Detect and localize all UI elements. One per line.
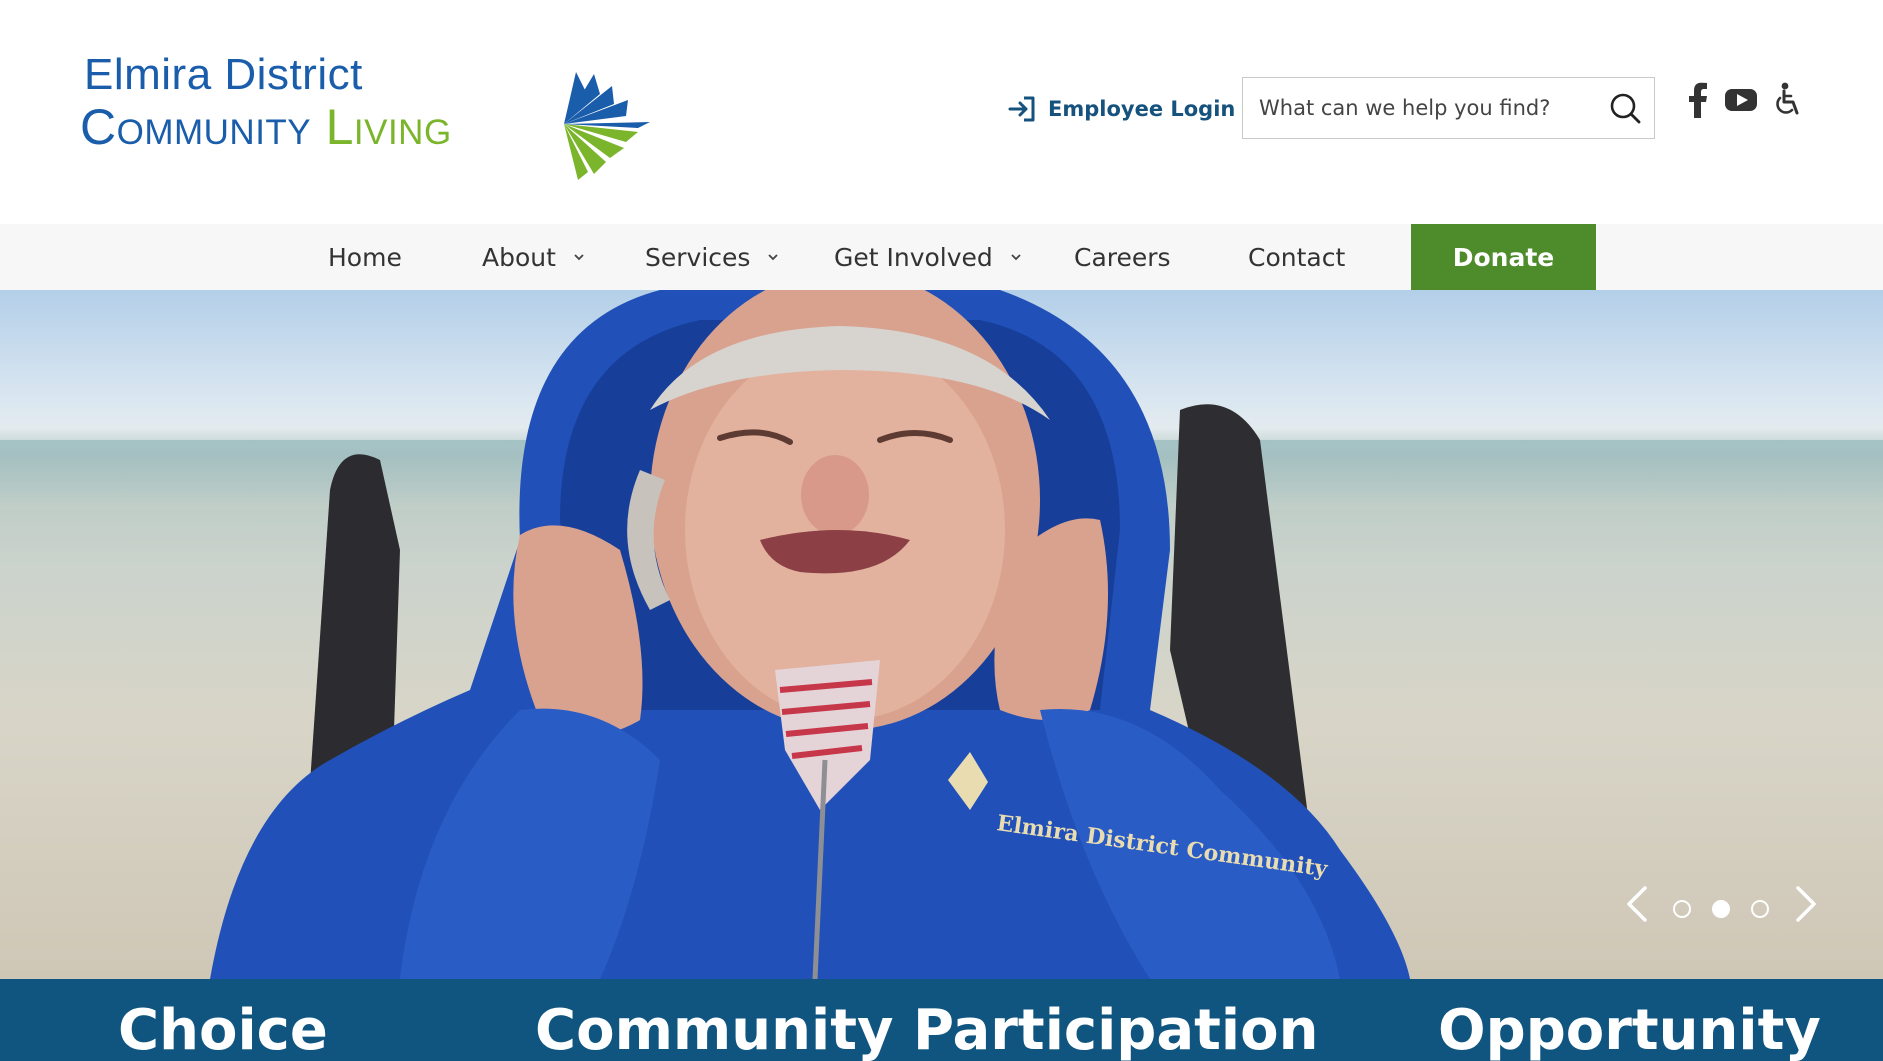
chevron-down-icon: [574, 254, 584, 261]
nav-item-label: Home: [328, 242, 402, 272]
employee-login-label: Employee Login: [1048, 97, 1236, 121]
nav-item-home[interactable]: Home: [328, 224, 402, 290]
site-logo[interactable]: Elmira District Community Living: [80, 48, 652, 188]
value-heading-choice: Choice: [118, 998, 328, 1061]
employee-login-link[interactable]: Employee Login: [1006, 92, 1235, 126]
logo-word-living: Living: [325, 99, 452, 155]
search-input[interactable]: [1243, 78, 1593, 138]
search-box: [1242, 77, 1655, 139]
facebook-icon[interactable]: [1686, 82, 1710, 118]
nav-item-contact[interactable]: Contact: [1248, 224, 1345, 290]
logo-word-community: Community: [80, 99, 312, 155]
carousel-dot-1[interactable]: [1673, 900, 1691, 918]
site-header: Elmira District Community Living Employe…: [0, 0, 1883, 224]
value-heading-opportunity: Opportunity: [1438, 998, 1821, 1061]
nav-item-services[interactable]: Services: [645, 224, 780, 290]
accessibility-icon[interactable]: [1774, 82, 1802, 118]
hero-photo: Elmira District Community: [210, 290, 1410, 979]
carousel-next-icon[interactable]: [1792, 884, 1820, 924]
carousel-dot-2-active[interactable]: [1712, 900, 1730, 918]
nav-item-about[interactable]: About: [482, 224, 586, 290]
youtube-icon[interactable]: [1724, 82, 1758, 118]
donate-button[interactable]: Donate: [1411, 224, 1596, 290]
nav-item-label: Contact: [1248, 242, 1346, 272]
search-icon[interactable]: [1608, 91, 1642, 125]
logo-text-line2: Community Living: [80, 98, 452, 156]
nav-item-careers[interactable]: Careers: [1074, 224, 1171, 290]
nav-item-label: Services: [645, 242, 751, 272]
logo-diamond-icon: [562, 68, 652, 180]
logo-text-line1: Elmira District: [84, 50, 363, 99]
carousel-prev-icon[interactable]: [1623, 884, 1651, 924]
main-nav: Home About Services Get Involved Careers…: [0, 224, 1883, 290]
hero-carousel: Elmira District Community: [0, 290, 1883, 979]
login-arrow-icon: [1008, 96, 1035, 122]
chevron-down-icon: [1011, 254, 1021, 261]
carousel-dot-3[interactable]: [1751, 900, 1769, 918]
value-heading-community-participation: Community Participation: [535, 998, 1319, 1061]
nav-item-label: Get Involved: [834, 242, 993, 272]
nav-item-get-involved[interactable]: Get Involved: [834, 224, 1023, 290]
values-band: Choice Community Participation Opportuni…: [0, 979, 1883, 1061]
nav-item-label: Careers: [1074, 242, 1171, 272]
chevron-down-icon: [768, 254, 779, 261]
nav-item-label: About: [482, 242, 556, 272]
